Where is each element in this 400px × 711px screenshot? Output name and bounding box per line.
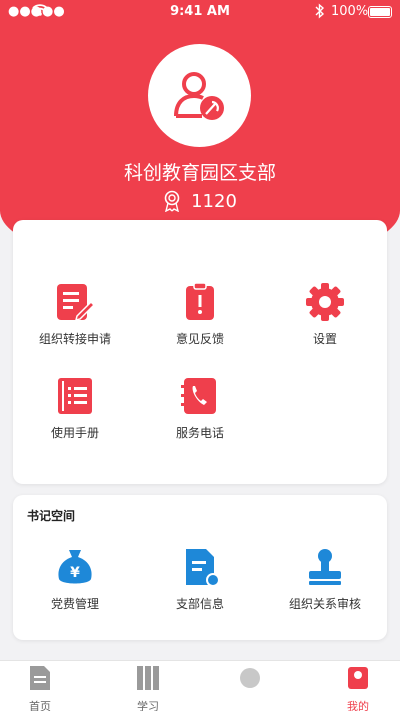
menu-item-party-fee[interactable]: ¥ 党费管理 bbox=[13, 547, 137, 612]
tab-label: 学习 bbox=[137, 700, 159, 711]
menu-item-label: 支部信息 bbox=[175, 597, 224, 611]
books-icon bbox=[137, 666, 159, 690]
branch-info-icon bbox=[180, 547, 220, 587]
status-bar: ●●●●● 9:41 AM 100% bbox=[0, 0, 400, 24]
menu-item-feedback[interactable]: 意见反馈 bbox=[138, 282, 262, 347]
battery-icon bbox=[368, 6, 392, 18]
menu-item-manual[interactable]: 使用手册 bbox=[13, 376, 137, 441]
stamp-icon bbox=[305, 547, 345, 587]
tab-mine[interactable]: 我的 bbox=[318, 664, 398, 711]
main-menu-card: 组织转接申请 意见反馈 设置 使用手册 服务电话 bbox=[13, 220, 387, 484]
menu-item-transfer[interactable]: 组织转接申请 bbox=[13, 282, 137, 347]
tab-label: 我的 bbox=[347, 700, 369, 711]
menu-item-settings[interactable]: 设置 bbox=[263, 282, 387, 347]
menu-item-label: 意见反馈 bbox=[175, 332, 224, 346]
points-display: 1120 bbox=[0, 190, 400, 212]
feedback-icon bbox=[180, 282, 220, 322]
tab-label: 首页 bbox=[29, 700, 51, 711]
section-title: 书记空间 bbox=[27, 509, 76, 523]
menu-item-label: 组织转接申请 bbox=[38, 332, 111, 346]
menu-item-branch-info[interactable]: 支部信息 bbox=[138, 547, 262, 612]
avatar[interactable] bbox=[148, 44, 251, 147]
menu-item-service-phone[interactable]: 服务电话 bbox=[138, 376, 262, 441]
user-icon bbox=[348, 667, 368, 689]
menu-item-label: 设置 bbox=[312, 332, 337, 346]
secretary-section-card: 书记空间 ¥ 党费管理 支部信息 组织关系审核 bbox=[13, 495, 387, 640]
org-name: 科创教育园区支部 bbox=[123, 162, 276, 184]
battery-percent: 100% bbox=[331, 4, 369, 19]
bluetooth-icon bbox=[315, 3, 325, 19]
menu-item-label: 党费管理 bbox=[50, 597, 99, 611]
manual-icon bbox=[55, 376, 95, 416]
menu-item-relation-review[interactable]: 组织关系审核 bbox=[263, 547, 387, 612]
svg-text:¥: ¥ bbox=[70, 565, 80, 581]
menu-item-label: 组织关系审核 bbox=[288, 597, 361, 611]
gear-icon bbox=[305, 282, 345, 322]
points-value: 1120 bbox=[191, 190, 237, 212]
transfer-application-icon bbox=[55, 282, 95, 322]
tab-home[interactable]: 首页 bbox=[0, 664, 80, 711]
home-doc-icon bbox=[30, 666, 50, 690]
tab-icon bbox=[240, 668, 260, 688]
menu-item-label: 使用手册 bbox=[50, 426, 99, 440]
award-icon bbox=[164, 190, 180, 212]
party-member-icon bbox=[173, 71, 224, 120]
tab-study[interactable]: 学习 bbox=[108, 664, 188, 711]
phone-icon bbox=[180, 376, 220, 416]
tab-bar: 首页 学习 我的 bbox=[0, 660, 400, 711]
tab-third[interactable] bbox=[210, 664, 290, 698]
menu-item-label: 服务电话 bbox=[175, 426, 224, 440]
money-bag-icon: ¥ bbox=[55, 547, 95, 587]
